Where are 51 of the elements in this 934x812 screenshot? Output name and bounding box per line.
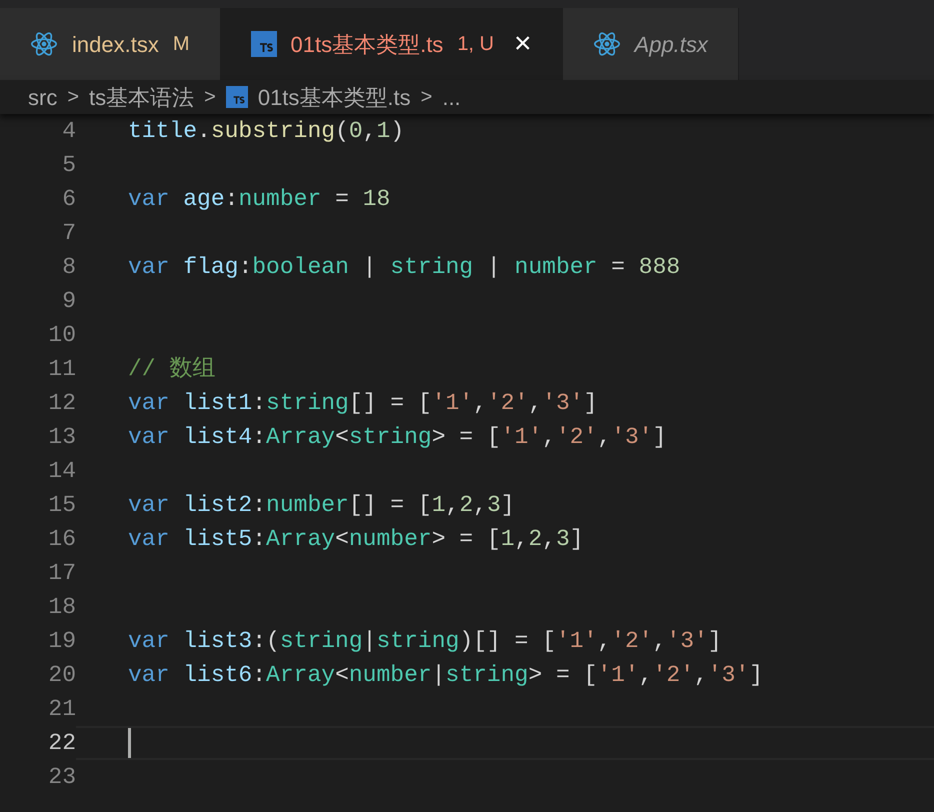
line-number: 22 bbox=[47, 728, 76, 758]
code-line: var list5:Array<number> = [1,2,3] bbox=[128, 524, 584, 554]
typescript-file-icon bbox=[226, 86, 248, 108]
line-number: 6 bbox=[61, 184, 76, 214]
line-number: 12 bbox=[47, 388, 76, 418]
tab-status: 1, U bbox=[457, 32, 494, 57]
breadcrumb-separator: > bbox=[204, 85, 216, 110]
line-number: 8 bbox=[61, 252, 76, 282]
line-number: 14 bbox=[47, 456, 76, 486]
code-line: var flag:boolean | string | number = 888 bbox=[128, 252, 680, 282]
code-line: var age:number = 18 bbox=[128, 184, 390, 214]
line-number: 18 bbox=[47, 592, 76, 622]
line-number: 5 bbox=[61, 150, 76, 180]
editor-tab[interactable]: 01ts基本类型.ts 1, U × bbox=[220, 8, 563, 80]
code-line: var list2:number[] = [1,2,3] bbox=[128, 490, 515, 520]
line-number: 11 bbox=[47, 354, 76, 384]
breadcrumb-separator: > bbox=[67, 85, 80, 110]
line-number: 13 bbox=[47, 422, 76, 452]
line-number: 9 bbox=[61, 286, 76, 316]
code-line: var list4:Array<string> = ['1','2','3'] bbox=[128, 422, 666, 452]
line-number: 10 bbox=[47, 320, 76, 350]
code-line: title.substring(0,1) bbox=[128, 116, 404, 146]
code-line: var list3:(string|string)[] = ['1','2','3'] bbox=[128, 626, 722, 656]
typescript-file-icon bbox=[250, 31, 276, 57]
code-line: // 数组 bbox=[128, 354, 216, 384]
breadcrumb-item[interactable]: src bbox=[28, 80, 58, 114]
line-number: 20 bbox=[47, 660, 76, 690]
line-number: 23 bbox=[47, 762, 76, 792]
breadcrumb-item[interactable]: 01ts基本类型.ts bbox=[258, 80, 411, 114]
tab-label: 01ts基本类型.ts bbox=[290, 30, 444, 58]
atom-icon bbox=[592, 30, 621, 58]
code-line: var list1:string[] = ['1','2','3'] bbox=[128, 388, 598, 418]
tab-label: index.tsx bbox=[72, 30, 159, 58]
breadcrumb-separator: > bbox=[420, 85, 432, 110]
breadcrumb-item[interactable]: ... bbox=[442, 80, 461, 114]
line-number: 16 bbox=[47, 524, 76, 554]
text-cursor bbox=[128, 728, 131, 758]
line-number: 4 bbox=[61, 116, 76, 146]
atom-icon bbox=[30, 30, 58, 58]
close-button[interactable]: × bbox=[514, 29, 532, 59]
editor-tab[interactable]: App.tsx bbox=[562, 8, 739, 80]
line-number: 17 bbox=[47, 558, 76, 588]
line-number: 19 bbox=[47, 626, 76, 656]
line-number: 21 bbox=[47, 694, 76, 724]
line-number: 15 bbox=[47, 490, 76, 520]
tab-label: App.tsx bbox=[634, 30, 708, 59]
editor-tab[interactable]: index.tsx M bbox=[0, 8, 220, 80]
tab-status: M bbox=[172, 32, 190, 57]
breadcrumb-item[interactable]: ts基本语法 bbox=[89, 80, 194, 114]
code-line: var list6:Array<number|string> = ['1','2','3'] bbox=[128, 660, 764, 690]
line-number: 7 bbox=[61, 218, 76, 248]
